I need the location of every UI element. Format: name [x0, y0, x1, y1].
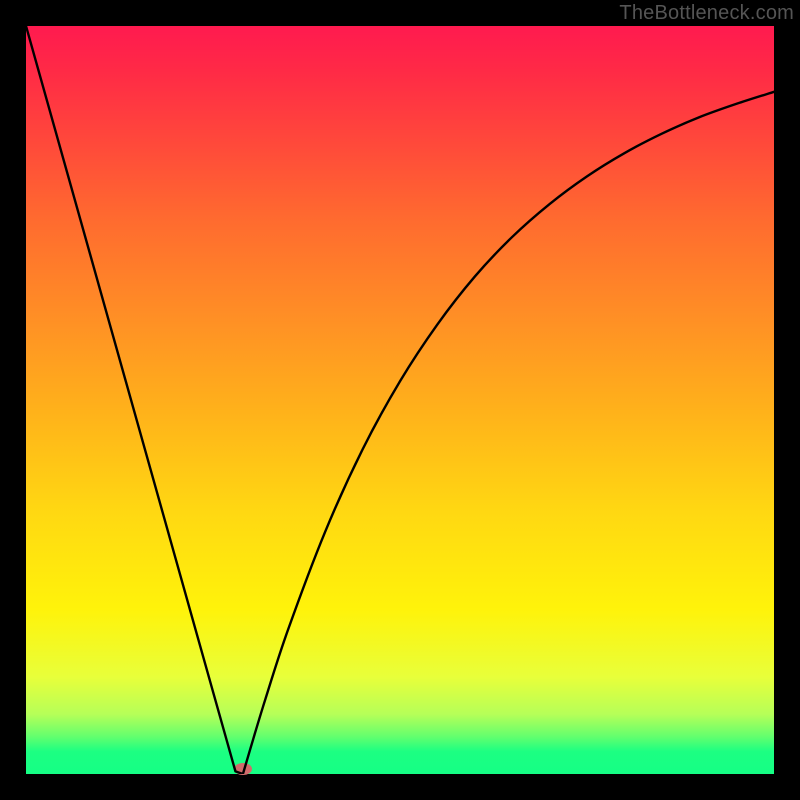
bottleneck-curve: [26, 26, 774, 774]
curve-path: [26, 26, 774, 774]
chart-frame: TheBottleneck.com: [0, 0, 800, 800]
plot-area: [26, 26, 774, 774]
credit-watermark: TheBottleneck.com: [619, 2, 794, 25]
